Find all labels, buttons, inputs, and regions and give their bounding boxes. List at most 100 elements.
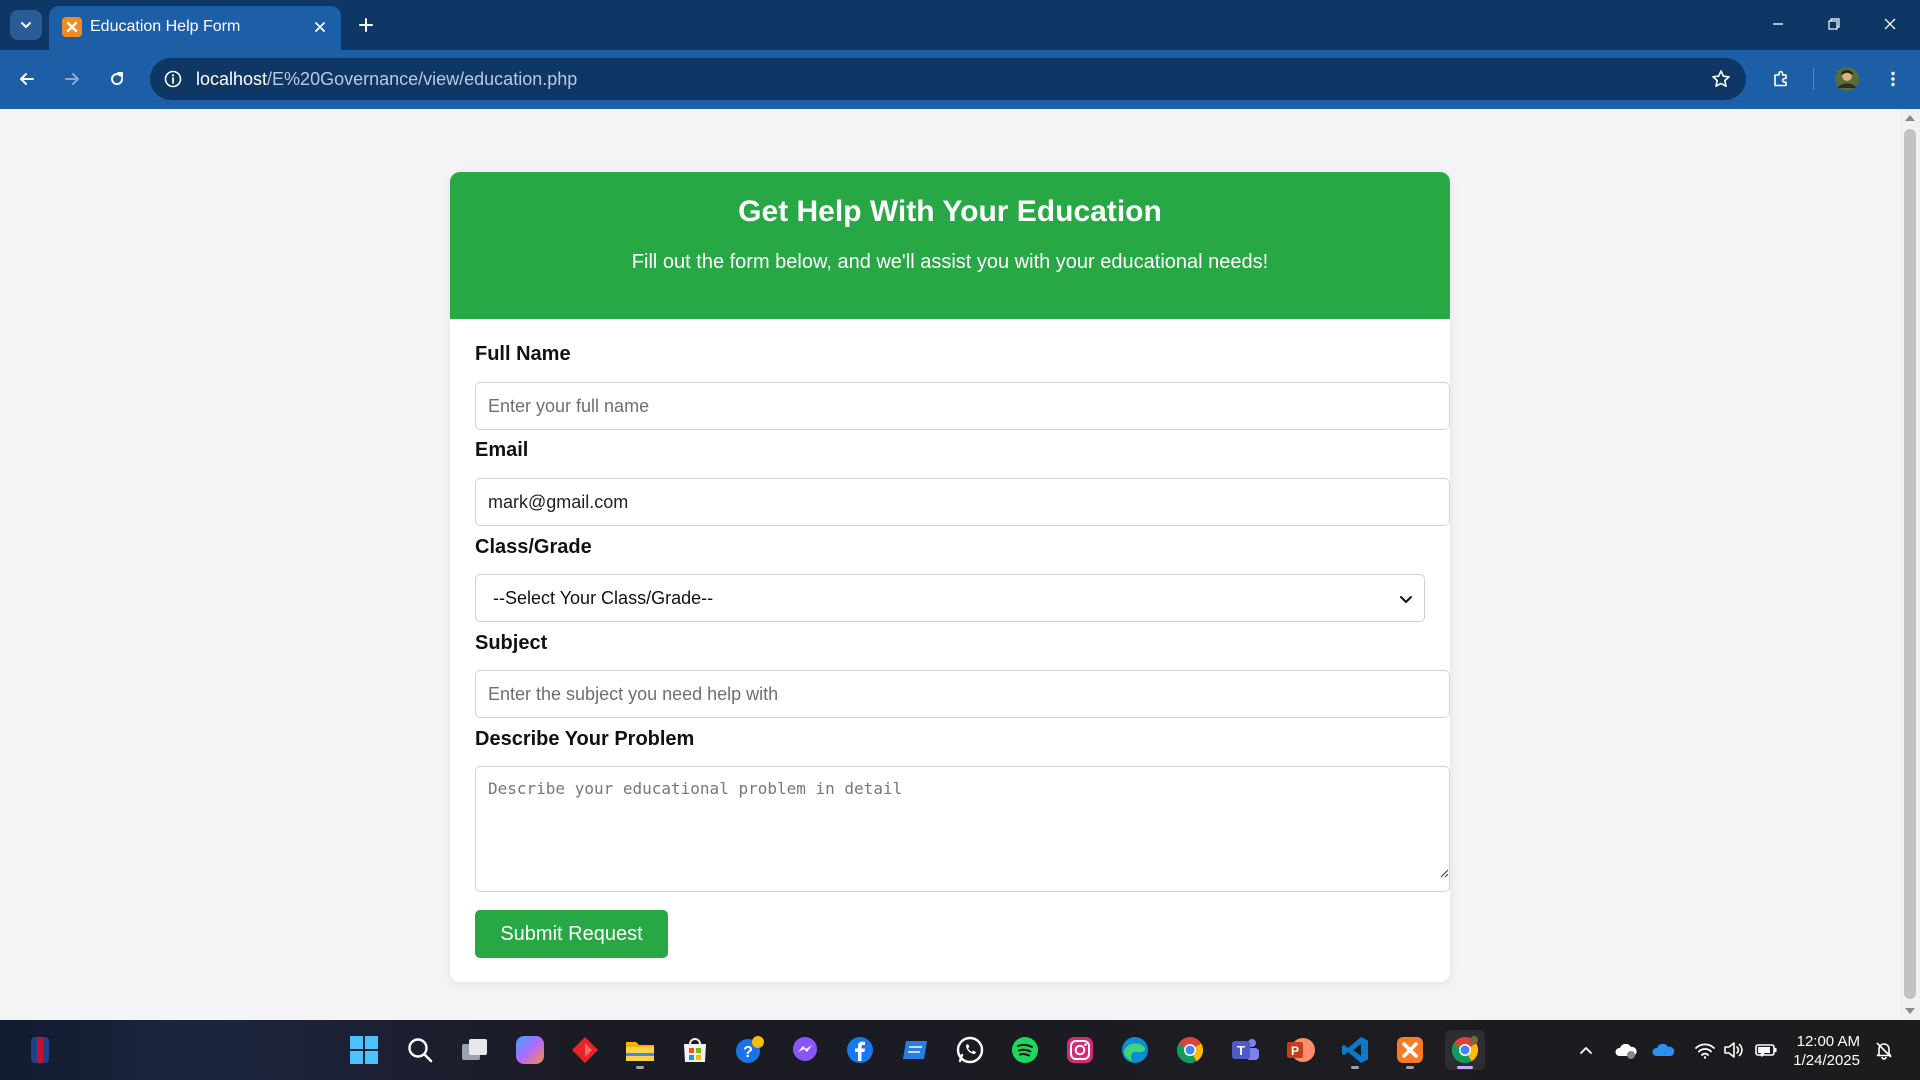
scrollbar-thumb[interactable] xyxy=(1904,129,1916,999)
onedrive-personal-icon[interactable] xyxy=(1614,1038,1638,1062)
url-text: localhost/E%20Governance/view/education.… xyxy=(196,69,577,90)
reload-icon xyxy=(111,72,124,86)
browser-menu-button[interactable] xyxy=(1876,62,1910,96)
close-icon xyxy=(1884,18,1896,30)
problem-label: Describe Your Problem xyxy=(475,728,695,750)
tab-title: Education Help Form xyxy=(90,18,241,35)
red-app-icon[interactable] xyxy=(565,1030,605,1070)
running-indicator xyxy=(636,1066,644,1069)
page-title: Get Help With Your Education xyxy=(738,195,1162,228)
avatar-icon xyxy=(1835,67,1859,91)
tab-close-icon[interactable] xyxy=(309,16,331,38)
taskbar-clock[interactable]: 12:00 AM 1/24/2025 xyxy=(1790,1032,1860,1070)
email-label: Email xyxy=(475,439,529,461)
form-header: Get Help With Your Education Fill out th… xyxy=(450,172,1450,319)
class-grade-select[interactable]: --Select Your Class/Grade-- xyxy=(475,574,1425,622)
search-icon xyxy=(408,1038,433,1063)
subject-label: Subject xyxy=(475,632,548,654)
clock-date: 1/24/2025 xyxy=(1793,1052,1860,1069)
full-name-label: Full Name xyxy=(475,343,571,365)
arrow-left-icon xyxy=(20,73,34,85)
url-path: /E%20Governance/view/education.php xyxy=(267,69,578,89)
restore-button[interactable] xyxy=(1814,8,1854,40)
vscode-icon[interactable] xyxy=(1335,1030,1375,1070)
clock-time: 12:00 AM xyxy=(1796,1033,1860,1050)
problem-textarea[interactable] xyxy=(475,766,1450,892)
page-viewport: Get Help With Your Education Fill out th… xyxy=(0,109,1900,1020)
windows-logo-icon xyxy=(350,1036,378,1064)
resize-handle-icon[interactable] xyxy=(1439,868,1449,878)
start-button[interactable] xyxy=(344,1030,384,1070)
full-name-input[interactable] xyxy=(475,382,1450,430)
email-input[interactable] xyxy=(475,478,1450,526)
running-indicator xyxy=(1351,1066,1359,1069)
chevron-down-icon xyxy=(21,22,31,28)
forward-button[interactable] xyxy=(55,62,89,96)
arrow-right-icon xyxy=(65,73,79,85)
copilot-icon[interactable] xyxy=(510,1030,550,1070)
xampp-icon[interactable] xyxy=(1390,1030,1430,1070)
instagram-icon[interactable] xyxy=(1060,1030,1100,1070)
teams-icon[interactable]: T xyxy=(1225,1030,1265,1070)
taskbar-search-button[interactable] xyxy=(400,1030,440,1070)
puzzle-icon xyxy=(1774,70,1787,87)
plus-icon xyxy=(359,18,373,32)
chrome-icon[interactable] xyxy=(1170,1030,1210,1070)
xampp-favicon-icon xyxy=(62,17,82,37)
windows-taskbar: ? T P 12:00 AM 1/24/2025 xyxy=(0,1020,1920,1080)
more-vertical-icon xyxy=(1891,71,1895,87)
bookmark-star-icon[interactable] xyxy=(1708,66,1734,92)
wifi-icon[interactable] xyxy=(1693,1038,1717,1062)
task-view-icon xyxy=(462,1039,487,1060)
running-indicator xyxy=(1406,1066,1414,1069)
file-explorer-icon[interactable] xyxy=(620,1030,660,1070)
chrome-active-icon[interactable] xyxy=(1445,1030,1485,1070)
show-hidden-icons-chevron-up-icon[interactable] xyxy=(1574,1038,1598,1062)
browser-tab-active[interactable]: Education Help Form xyxy=(49,6,341,50)
task-view-button[interactable] xyxy=(455,1030,495,1070)
notifications-bell-icon[interactable] xyxy=(1872,1038,1896,1062)
reload-button[interactable] xyxy=(100,62,134,96)
class-grade-selected-value: --Select Your Class/Grade-- xyxy=(493,588,714,608)
restore-icon xyxy=(1828,18,1840,30)
volume-icon[interactable] xyxy=(1722,1038,1746,1062)
address-bar[interactable]: localhost/E%20Governance/view/education.… xyxy=(150,58,1746,100)
active-indicator xyxy=(1457,1066,1473,1069)
close-window-button[interactable] xyxy=(1870,8,1910,40)
powerpoint-icon[interactable]: P xyxy=(1280,1030,1320,1070)
blue-app-icon[interactable] xyxy=(895,1030,935,1070)
nba-widget-icon[interactable] xyxy=(20,1030,60,1070)
url-host: localhost xyxy=(196,69,268,89)
submit-request-button[interactable]: Submit Request xyxy=(475,910,668,958)
battery-icon[interactable] xyxy=(1754,1038,1778,1062)
extensions-button[interactable] xyxy=(1764,62,1798,96)
back-button[interactable] xyxy=(10,62,44,96)
subject-input[interactable] xyxy=(475,670,1450,718)
new-tab-button[interactable] xyxy=(352,11,380,39)
microsoft-store-icon[interactable] xyxy=(675,1030,715,1070)
education-form-card: Get Help With Your Education Fill out th… xyxy=(450,172,1450,982)
edge-icon[interactable] xyxy=(1115,1030,1155,1070)
svg-text:?: ? xyxy=(743,1044,753,1061)
tab-search-button[interactable] xyxy=(10,10,42,40)
spotify-icon[interactable] xyxy=(1005,1030,1045,1070)
minimize-button[interactable] xyxy=(1758,8,1798,40)
page-scrollbar[interactable] xyxy=(1900,109,1920,1020)
messenger-icon[interactable] xyxy=(785,1030,825,1070)
svg-text:P: P xyxy=(1291,1044,1299,1058)
toolbar-separator xyxy=(1813,68,1814,90)
browser-toolbar: localhost/E%20Governance/view/education.… xyxy=(0,50,1920,109)
site-info-icon[interactable] xyxy=(160,66,186,92)
chevron-down-icon xyxy=(1400,596,1412,603)
facebook-icon[interactable] xyxy=(840,1030,880,1070)
scroll-up-arrow-icon[interactable] xyxy=(1905,115,1915,121)
scroll-down-arrow-icon[interactable] xyxy=(1905,1008,1915,1014)
class-grade-label: Class/Grade xyxy=(475,536,592,558)
profile-avatar[interactable] xyxy=(1830,62,1864,96)
whatsapp-icon[interactable] xyxy=(950,1030,990,1070)
onedrive-icon[interactable] xyxy=(1652,1038,1676,1062)
get-help-icon[interactable]: ? xyxy=(730,1030,770,1070)
tab-strip: Education Help Form xyxy=(0,0,1920,50)
page-subtitle: Fill out the form below, and we'll assis… xyxy=(631,251,1269,273)
minimize-icon xyxy=(1773,23,1783,25)
